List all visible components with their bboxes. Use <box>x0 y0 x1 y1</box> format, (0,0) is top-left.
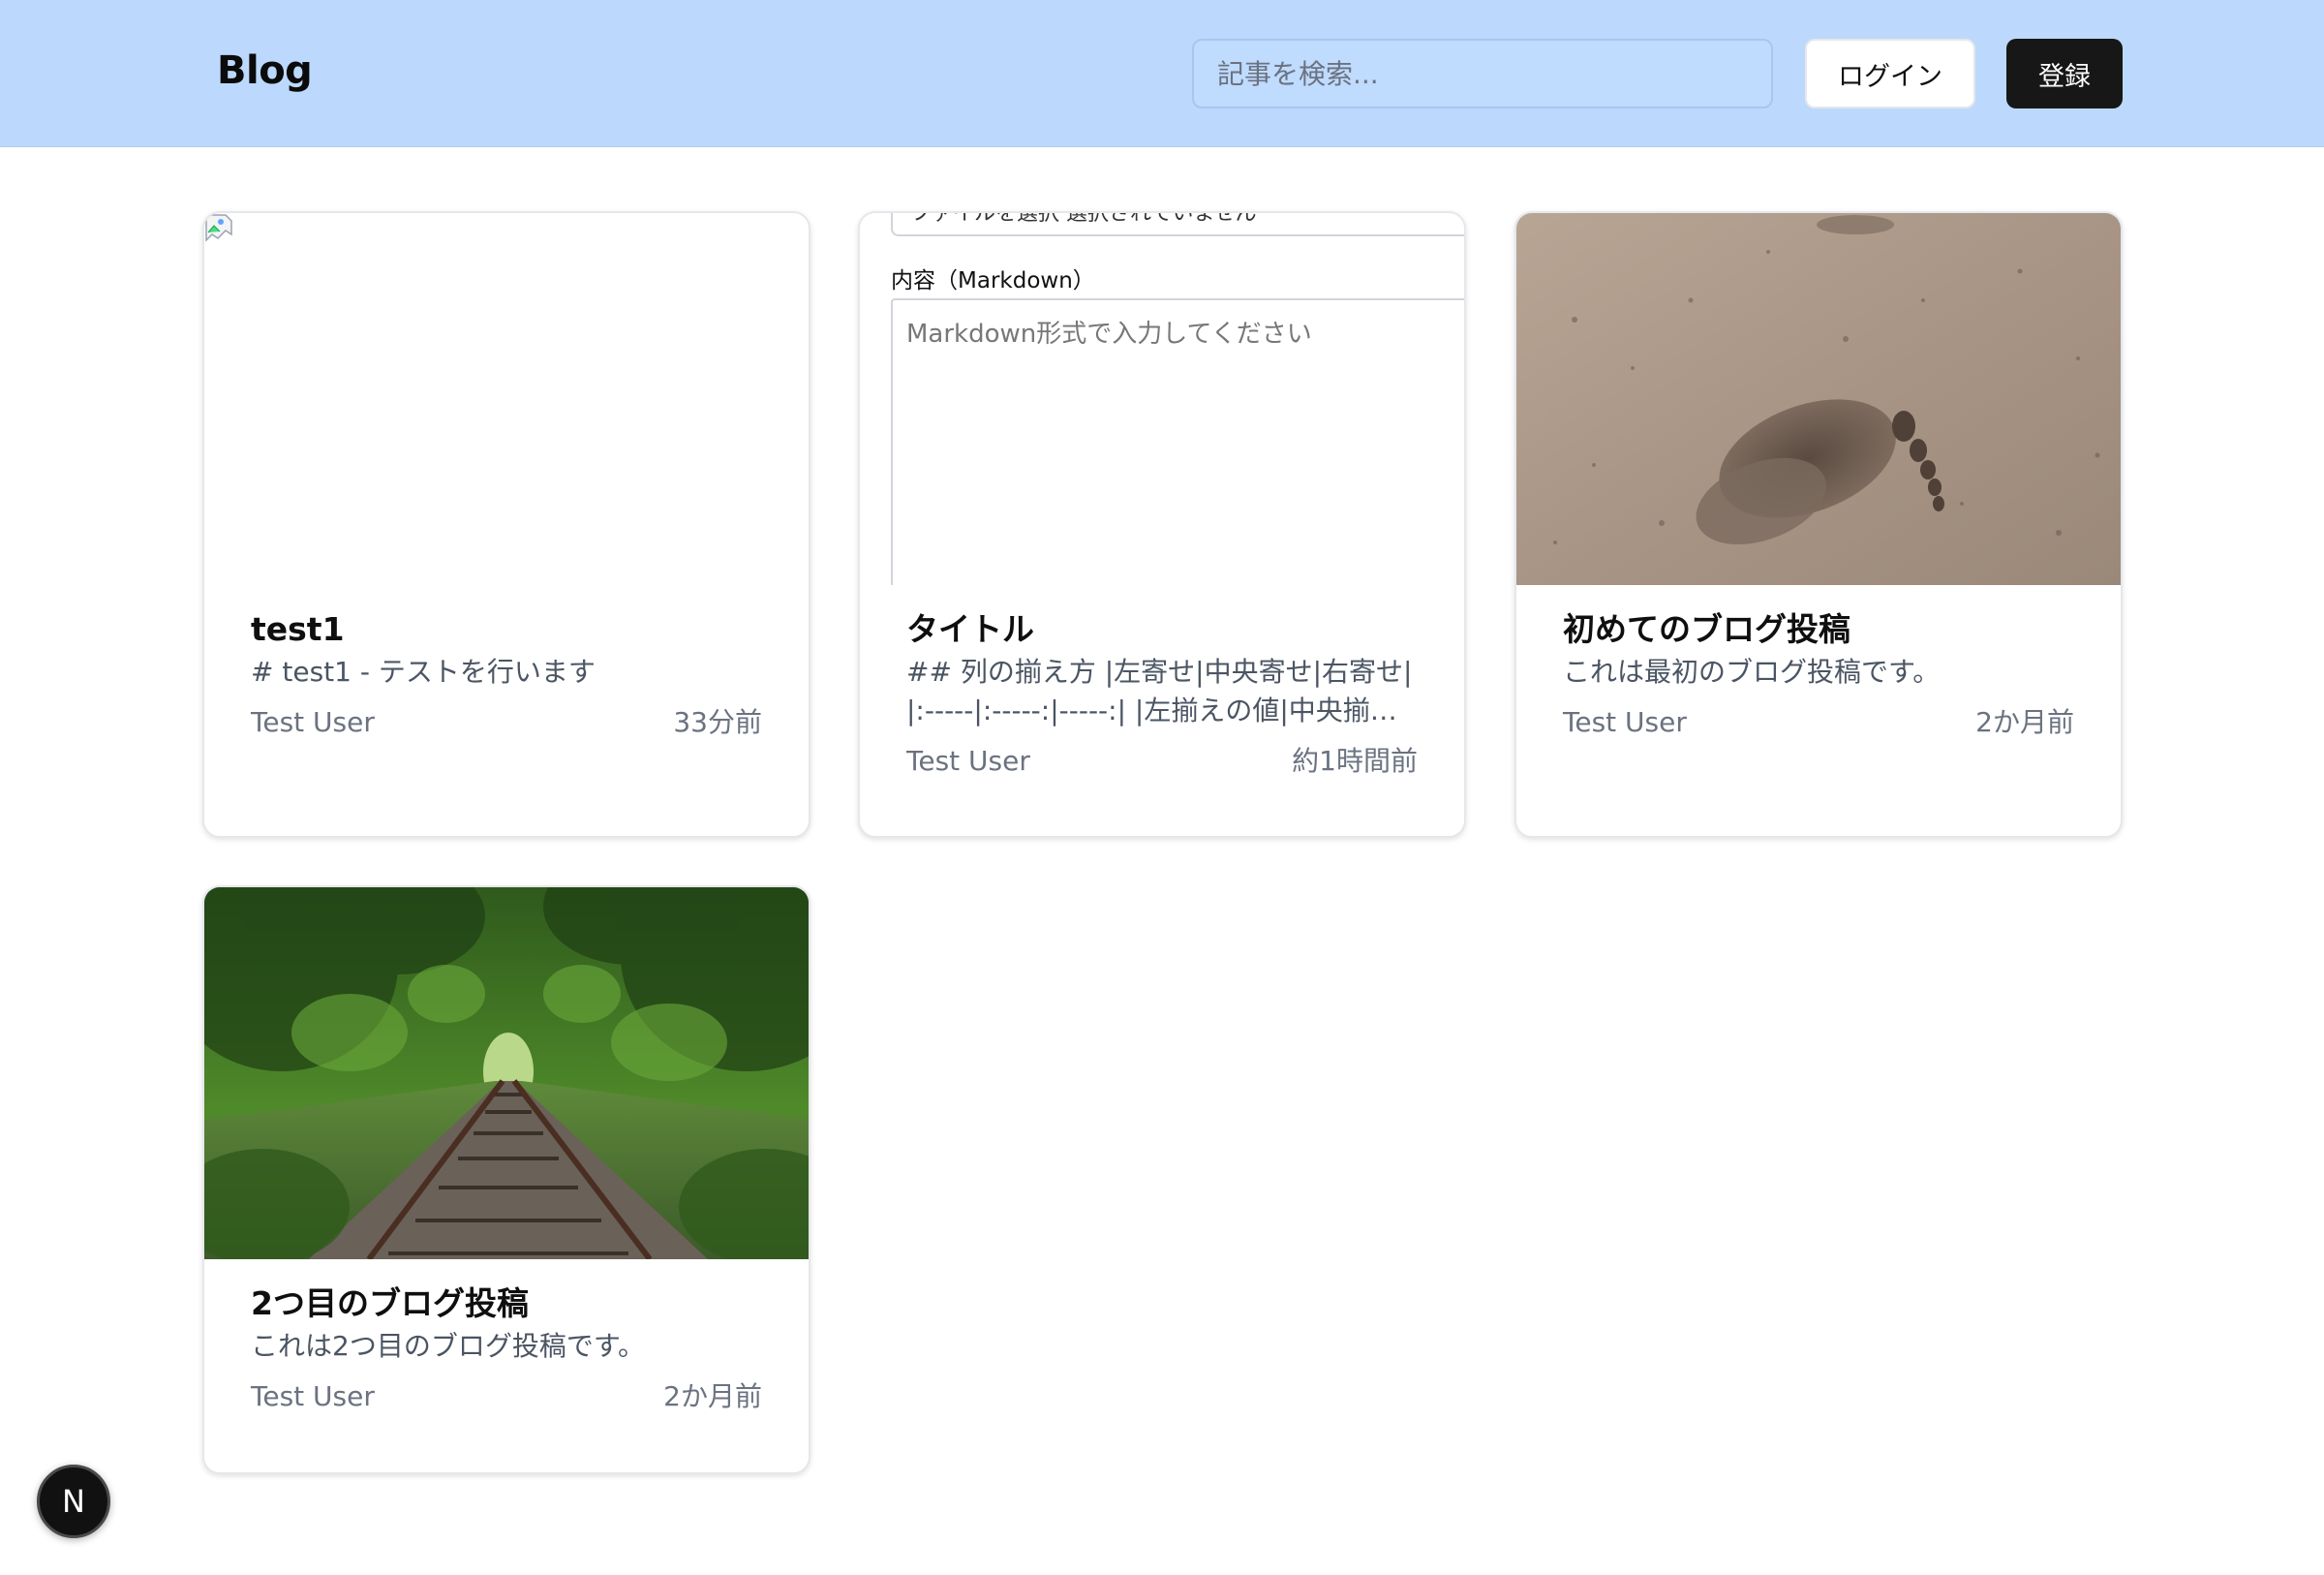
post-time: 2か月前 <box>1975 706 2074 738</box>
post-thumbnail: ファイルを選択 選択されていません 内容（Markdown） Markdown形… <box>860 213 1464 585</box>
post-author: Test User <box>1563 706 1687 738</box>
post-card[interactable]: 2つ目のブログ投稿 これは2つ目のブログ投稿です。 Test User 2か月前 <box>202 885 810 1474</box>
post-excerpt: これは2つ目のブログ投稿です。 <box>251 1330 646 1362</box>
login-button[interactable]: ログイン <box>1805 39 1975 108</box>
nextjs-dev-indicator[interactable]: N <box>37 1465 110 1538</box>
post-title[interactable]: 2つ目のブログ投稿 <box>251 1282 762 1325</box>
post-card[interactable]: 初めてのブログ投稿 これは最初のブログ投稿です。 Test User 2か月前 <box>1514 211 2123 838</box>
brand-logo[interactable]: Blog <box>217 48 313 93</box>
site-header: Blog ログイン 登録 <box>0 0 2324 147</box>
post-thumbnail <box>204 887 809 1259</box>
textarea-preview: Markdown形式で入力してください <box>891 298 1464 585</box>
post-excerpt: これは最初のブログ投稿です。 <box>1563 656 1941 688</box>
post-time: 約1時間前 <box>1292 745 1418 777</box>
post-card[interactable]: ファイルを選択 選択されていません 内容（Markdown） Markdown形… <box>858 211 1466 838</box>
post-author: Test User <box>251 1380 375 1412</box>
search-input[interactable] <box>1192 39 1773 108</box>
footprint-in-sand-photo <box>1516 213 2121 585</box>
post-time: 33分前 <box>673 706 762 738</box>
post-title[interactable]: タイトル <box>906 608 1418 651</box>
post-thumbnail <box>1516 213 2121 585</box>
textarea-placeholder: Markdown形式で入力してください <box>906 320 1312 349</box>
post-excerpt: # test1 - テストを行います <box>251 656 596 688</box>
file-input-text: ファイルを選択 選択されていません <box>910 213 1257 226</box>
post-time: 2か月前 <box>663 1380 762 1412</box>
register-button[interactable]: 登録 <box>2006 39 2123 108</box>
content-label: 内容（Markdown） <box>891 268 1095 293</box>
broken-image-icon <box>205 214 232 242</box>
post-author: Test User <box>906 745 1030 777</box>
post-excerpt: ## 列の揃え方 |左寄せ|中央寄せ|右寄せ| |:-----|:-----:|… <box>906 656 1413 726</box>
railroad-in-forest-photo <box>204 887 809 1259</box>
post-title[interactable]: test1 <box>251 608 762 651</box>
file-input-preview: ファイルを選択 選択されていません <box>891 213 1464 236</box>
post-card[interactable]: test1 # test1 - テストを行います Test User 33分前 <box>202 211 810 838</box>
post-thumbnail <box>204 213 809 585</box>
post-author: Test User <box>251 706 375 738</box>
post-title[interactable]: 初めてのブログ投稿 <box>1563 608 2074 651</box>
